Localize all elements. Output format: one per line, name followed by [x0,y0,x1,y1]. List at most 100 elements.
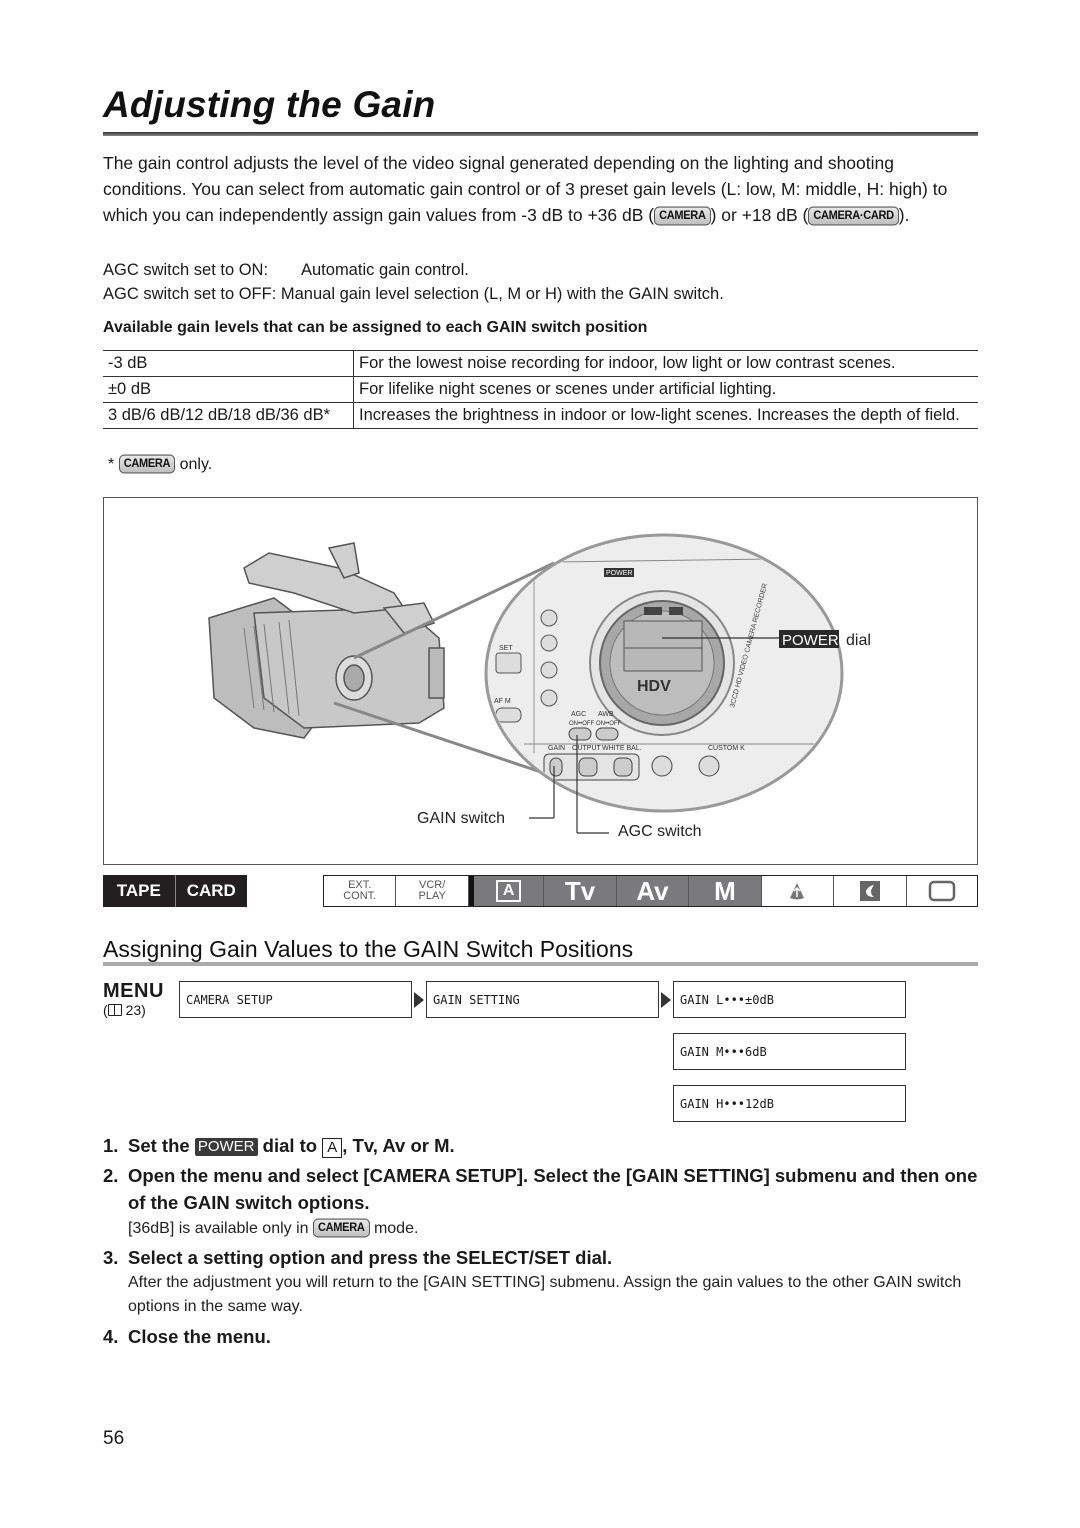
af-m-label: AF M [494,698,511,705]
gain-level-cell: ±0 dB [103,376,354,403]
agc-off-text: Manual gain level selection (L, M or H) … [280,285,724,303]
gain-level-cell: 3 dB/6 dB/12 dB/18 dB/36 dB* [103,402,354,429]
camera-mode-badge: CAMERA [118,454,176,474]
gain-level-cell: -3 dB [103,350,354,377]
footnote-star: * [108,456,115,473]
agc-on-text: Automatic gain control. [301,261,469,279]
auto-mode-icon: A [495,880,522,902]
gain-desc-cell: For lifelike night scenes or scenes unde… [353,376,978,403]
step-text: dial to [262,1135,318,1156]
spotlight-icon [790,883,805,900]
awb-onoff-label: ON••OFF [596,721,622,727]
awb-label: AWB [598,711,614,718]
custom-key-label: CUSTOM K [708,745,745,752]
menu-option-gain-m[interactable]: GAIN M•••6dB [673,1033,906,1070]
step-number: 3. [103,1247,119,1268]
intro-text-2: ) or +18 dB ( [710,205,809,225]
book-icon [107,1004,122,1016]
menu-gain-setting[interactable]: GAIN SETTING [426,981,659,1018]
step-note-text: mode. [373,1220,419,1237]
tape-badge: TAPE [103,875,176,907]
agc-off-line: AGC switch set to OFF: Manual gain level… [103,282,724,306]
mode-spotlight [762,876,835,906]
night-icon [859,881,880,901]
step-text: Open the menu and select [CAMERA SETUP].… [128,1165,978,1213]
step-3: 3. Select a setting option and press the … [103,1244,978,1319]
mode-m: M [689,876,762,906]
blank-icon [928,880,956,902]
agc-onoff-label: ON••OFF [569,721,595,727]
mode-night [834,876,907,906]
gain-levels-table: -3 dB For the lowest noise recording for… [103,350,978,429]
step-note: [36dB] is available only in CAMERA mode. [128,1217,978,1241]
menu-arrow-icon [661,992,671,1008]
step-1: 1. Set the POWER dial to A, Tv, Av or M. [103,1132,455,1159]
camera-mode-badge: CAMERA [313,1218,370,1238]
mode-tv: Tv [544,876,617,906]
step-text: Set the [128,1135,190,1156]
camera-mode-badge: CAMERA [654,206,711,226]
section-title: Assigning Gain Values to the GAIN Switch… [103,936,634,962]
mode-blank [907,876,977,906]
menu-label: MENU [103,980,164,1002]
step-note-text: [36dB] is available only in [128,1220,309,1237]
gain-table-title: Available gain levels that can be assign… [103,319,648,336]
power-mode-strip: EXT. CONT. VCR/ PLAY A Tv Av M [323,875,978,907]
menu-arrow-icon [414,992,424,1008]
card-badge: CARD [186,881,236,900]
set-label: SET [499,645,513,652]
menu-ref-number: 23 [125,1002,142,1018]
mode-auto: A [473,876,545,906]
agc-on-label: AGC switch set to ON: [103,261,269,279]
agc-description: AGC switch set to ON: Automatic gain cont… [103,258,724,306]
power-badge: POWER [194,1138,258,1156]
intro-paragraph: The gain control adjusts the level of th… [103,150,978,228]
step-note: After the adjustment you will return to … [128,1274,962,1315]
table-row: 3 dB/6 dB/12 dB/18 dB/36 dB* Increases t… [103,402,978,429]
table-row: -3 dB For the lowest noise recording for… [103,350,978,377]
table-row: ±0 dB For lifelike night scenes or scene… [103,376,978,403]
white-bal-panel-label: WHITE BAL. [602,745,642,752]
mode-indicator-bar: TAPE CARD EXT. CONT. VCR/ PLAY A Tv Av M [103,875,978,907]
step-text: Close the menu. [128,1326,271,1347]
menu-camera-setup[interactable]: CAMERA SETUP [179,981,412,1018]
gain-desc-cell: For the lowest noise recording for indoo… [353,350,978,377]
control-panel-zoom: POWER HDV 3CCD HD VIDEO CAMERA RECORDER … [484,533,844,834]
title-rule [103,132,978,136]
camcorder-figure: POWER HDV 3CCD HD VIDEO CAMERA RECORDER … [103,497,978,865]
intro-text-3: ). [898,205,910,225]
power-panel-label: POWER [606,570,632,577]
agc-on-line: AGC switch set to ON: Automatic gain cont… [103,258,724,282]
agc-switch-label: AGC switch [618,823,702,840]
menu-page-ref: ( 23) [103,1002,146,1018]
gain-switch-label: GAIN switch [417,810,505,827]
gain-desc-cell: Increases the brightness in indoor or lo… [353,402,978,429]
page-number: 56 [103,1428,125,1449]
mode-av: Av [616,876,690,906]
hdv-logo: HDV [637,678,671,695]
power-dial-label: dial [846,632,871,649]
section-rule [103,962,978,966]
camcorder-illustration: POWER HDV 3CCD HD VIDEO CAMERA RECORDER … [208,533,871,840]
auto-mode-icon: A [322,1138,343,1158]
power-badge-text: POWER [782,632,839,649]
agc-label: AGC [571,711,586,718]
step-text: , Tv, Av or M. [342,1135,455,1156]
menu-option-gain-l[interactable]: GAIN L•••±0dB [673,981,906,1018]
menu-option-gain-h[interactable]: GAIN H•••12dB [673,1085,906,1122]
step-number: 1. [103,1135,119,1156]
step-2: 2. Open the menu and select [CAMERA SETUP… [103,1162,978,1241]
step-text: Select a setting option and press the SE… [128,1247,613,1268]
mode-vcr-play: VCR/ PLAY [396,876,469,906]
camera-card-mode-badge: CAMERA·CARD [808,206,899,226]
step-number: 2. [103,1165,119,1186]
gain-panel-label: GAIN [548,745,565,752]
table-footnote: * CAMERA only. [108,454,213,474]
media-badge: TAPE CARD [103,875,247,907]
step-4: 4. Close the menu. [103,1323,271,1350]
mode-ext-cont: EXT. CONT. [324,876,397,906]
agc-off-label: AGC switch set to OFF: [103,285,277,303]
step-number: 4. [103,1326,119,1347]
page-title: Adjusting the Gain [103,84,436,125]
footnote-text: only. [179,456,213,473]
